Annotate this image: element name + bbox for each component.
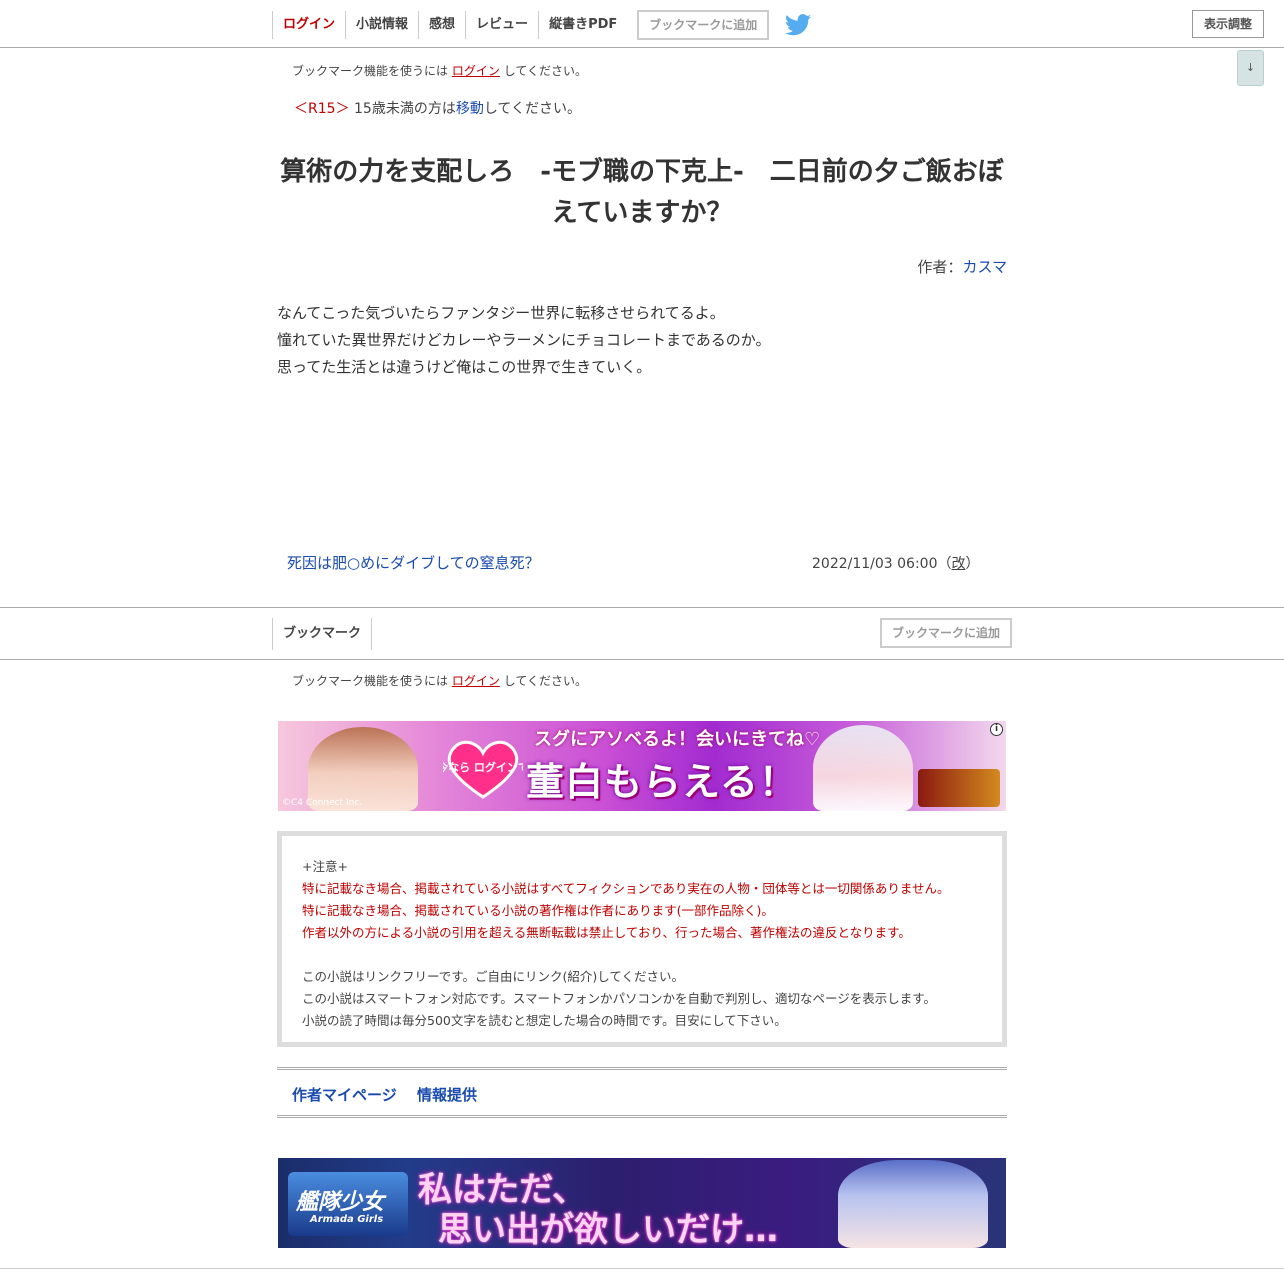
bookmark-bar: ブックマーク ブックマークに追加 [0, 607, 1284, 660]
ad-banner-game-1[interactable]: 今なら ログインで スグにアソベるよ！会いにきてね♡ 董白もらえる！ ©C4 C… [278, 721, 1006, 811]
add-bookmark-button[interactable]: ブックマークに追加 [637, 10, 770, 40]
scroll-down-button[interactable]: ↓ [1237, 50, 1264, 86]
caution-line: この小説はスマートフォン対応です。スマートフォンかパソコンかを自動で判別し、適切… [302, 991, 937, 1006]
synopsis-line: 思ってた生活とは違うけど俺はこの世界で生きていく。 [277, 358, 652, 376]
synopsis-line: なんてこった気づいたらファンタジー世界に転移させられてるよ。 [277, 304, 725, 322]
r15-text-after: してください。 [483, 101, 581, 117]
report-info-link[interactable]: 情報提供 [417, 1084, 477, 1105]
revised-link[interactable]: 改 [952, 556, 966, 572]
bookmark-tab[interactable]: ブックマーク [272, 618, 373, 650]
add-bookmark-button-bottom[interactable]: ブックマークに追加 [880, 618, 1012, 648]
ad-top-text: スグにアソベるよ！会いにきてね♡ [534, 729, 821, 750]
ad2-logo-sub: Armada Girls [310, 1214, 384, 1225]
ad-game-logo: 艦隊少女 Armada Girls [288, 1172, 408, 1236]
nav-impressions[interactable]: 感想 [418, 11, 465, 39]
notice-suffix: してください。 [503, 64, 587, 78]
ad-badge-text: 今なら ログインで [443, 760, 523, 774]
caution-line: 小説の読了時間は毎分500文字を読むと想定した場合の時間です。目安にして下さい。 [302, 1013, 787, 1028]
revised-close: ） [965, 556, 980, 572]
caution-red-line: 特に記載なき場合、掲載されている小説はすべてフィクションであり実在の人物・団体等… [302, 881, 950, 896]
ad-character-image-2 [813, 725, 913, 811]
top-nav-items: ログイン 小説情報 感想 レビュー 縦書きPDF ブックマークに追加 [272, 10, 812, 40]
caution-heading: +注意+ [302, 859, 348, 874]
ad-game-logo [918, 769, 1000, 807]
ad-info-icon[interactable]: i [990, 723, 1003, 736]
twitter-icon[interactable] [785, 14, 812, 36]
chapter-link[interactable]: 死因は肥○めにダイブしての窒息死？ [287, 552, 540, 573]
ad-copyright: ©C4 Connect Inc. [282, 798, 363, 808]
synopsis-line: 憧れていた異世界だけどカレーやラーメンにチョコレートまであるのか。 [277, 331, 771, 349]
ad2-character-image [838, 1160, 988, 1248]
chapter-date: 2022/11/03 06:00（改） [812, 553, 980, 573]
caution-box: +注意+ 特に記載なき場合、掲載されている小説はすべてフィクションであり実在の人… [277, 831, 1007, 1047]
caution-gap [302, 944, 982, 966]
ad-banner-game-2[interactable]: 艦隊少女 Armada Girls 私はただ、 思い出が欲しいだけ… [278, 1158, 1006, 1248]
top-nav-bar: ログイン 小説情報 感想 レビュー 縦書きPDF ブックマークに追加 表示調整 [0, 0, 1284, 48]
notice-prefix: ブックマーク機能を使うには [292, 674, 449, 688]
nav-login[interactable]: ログイン [272, 11, 345, 39]
author-link[interactable]: カスマ [962, 258, 1007, 276]
nav-review[interactable]: レビュー [465, 11, 538, 39]
r15-text-before: 15歳未満の方は [354, 101, 456, 117]
display-settings-button[interactable]: 表示調整 [1192, 10, 1264, 38]
ad-headline: 董白もらえる！ [526, 760, 798, 804]
notice-login-link[interactable]: ログイン [452, 674, 500, 688]
footer-links: 作者マイページ 情報提供 [277, 1067, 1007, 1118]
r15-move-link[interactable]: 移動 [456, 101, 484, 117]
novel-synopsis: なんてこった気づいたらファンタジー世界に転移させられてるよ。 憧れていた異世界だ… [277, 300, 1007, 381]
nav-novel-info[interactable]: 小説情報 [345, 11, 418, 39]
bookmark-login-notice-bottom: ブックマーク機能を使うには ログイン してください。 [292, 672, 587, 689]
ad2-line2: 思い出が欲しいだけ… [438, 1210, 778, 1248]
bookmark-login-notice: ブックマーク機能を使うには ログイン してください。 [292, 62, 587, 79]
notice-prefix: ブックマーク機能を使うには [292, 64, 449, 78]
r15-notice: ＜R15＞ 15歳未満の方は移動してください。 [294, 98, 581, 118]
author-mypage-link[interactable]: 作者マイページ [292, 1084, 397, 1105]
author-line: 作者：カスマ [700, 256, 1007, 277]
nav-vertical-pdf[interactable]: 縦書きPDF [538, 11, 627, 39]
author-label: 作者： [917, 258, 963, 276]
caution-red-line: 作者以外の方による小説の引用を超える無断転載は禁止しており、行った場合、著作権法… [302, 925, 911, 940]
chapter-date-text: 2022/11/03 06:00 [812, 556, 938, 572]
caution-line: この小説はリンクフリーです。ご自由にリンク(紹介)してください。 [302, 969, 685, 984]
bottom-divider [0, 1268, 1284, 1269]
ad2-logo-text: 艦隊少女 [296, 1190, 385, 1215]
notice-login-link[interactable]: ログイン [452, 64, 500, 78]
revised-open: （ [937, 556, 952, 572]
novel-title: 算術の力を支配しろ -モブ職の下克上- 二日前の夕ご飯おぼえていますか？ [280, 157, 1004, 228]
heart-icon: 今なら ログインで [443, 740, 523, 799]
caution-red-line: 特に記載なき場合、掲載されている小説の著作権は作者にあります(一部作品除く)。 [302, 903, 774, 918]
r15-tag: ＜R15＞ [294, 101, 350, 117]
notice-suffix: してください。 [503, 674, 587, 688]
